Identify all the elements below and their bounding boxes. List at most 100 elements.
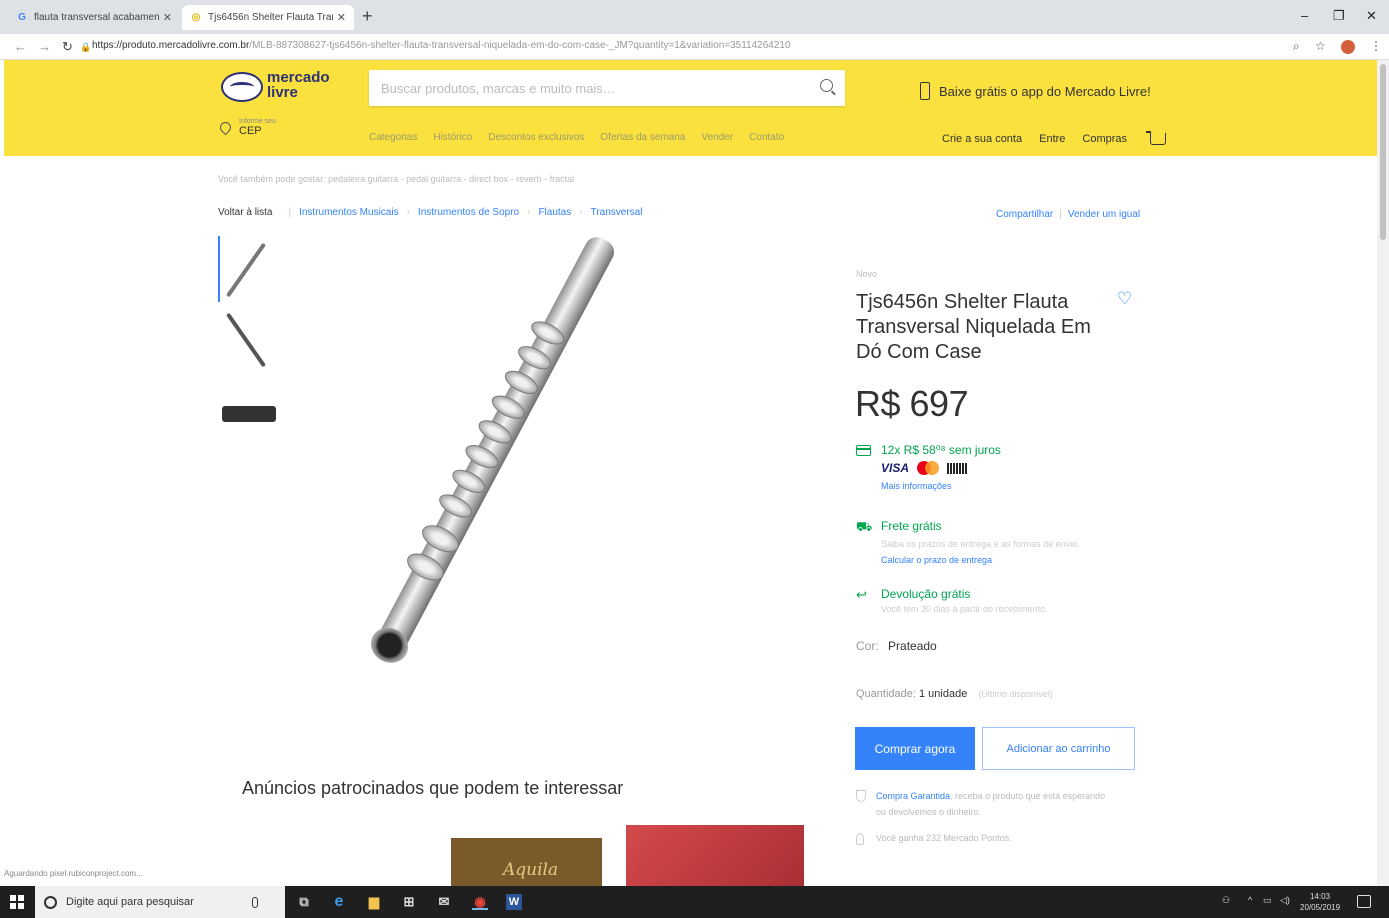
related-searches[interactable]: Você também pode gostar: pedaleira guita… [218, 174, 574, 184]
favorite-heart-icon[interactable]: ♡ [1117, 290, 1133, 307]
color-value[interactable]: Prateado [888, 639, 937, 653]
return-block: ↩ Devolução grátis Você tem 30 dias a pa… [856, 587, 1048, 614]
tray-chevron-icon[interactable]: ^ [1248, 895, 1252, 905]
store-icon[interactable]: ⊞ [401, 894, 417, 910]
location-pin-icon [217, 119, 234, 136]
mercadolivre-favicon-icon: ◎ [191, 12, 201, 23]
url-path: /MLB-887308627-tjs6456n-shelter-flauta-t… [249, 40, 791, 51]
url-field[interactable]: https://produto.mercadolivre.com.br/MLB-… [92, 40, 791, 51]
nav-descontos[interactable]: Descontos exclusivos [488, 132, 584, 143]
create-account-link[interactable]: Crie a sua conta [942, 133, 1022, 145]
return-subtitle: Você tem 30 dias a partir do recebimento… [881, 604, 1048, 614]
mercadolivre-logo-icon[interactable] [221, 72, 263, 102]
breadcrumb-item[interactable]: Transversal [591, 207, 643, 218]
shield-icon [856, 790, 866, 802]
restore-icon[interactable]: ❐ [1333, 8, 1345, 24]
back-icon[interactable]: ← [14, 39, 27, 54]
network-icon[interactable]: ▭ [1263, 895, 1272, 906]
installments-block: 12x R$ 58⁰⁸ sem juros VISA Mais informaç… [856, 443, 1001, 491]
minimize-icon[interactable]: – [1301, 8, 1308, 23]
taskbar-clock[interactable]: 14:03 20/05/2019 [1300, 891, 1340, 913]
shipping-subtitle: Saiba os prazos de entrega e as formas d… [881, 539, 1080, 549]
purchases-link[interactable]: Compras [1082, 133, 1127, 145]
quantity-value[interactable]: 1 unidade [919, 688, 967, 700]
thumbnail-3[interactable] [218, 376, 276, 442]
people-icon[interactable]: ⚇ [1222, 895, 1230, 906]
site-logo[interactable]: mercado livre [267, 70, 330, 100]
calculate-delivery-link[interactable]: Calcular o prazo de entrega [881, 555, 1080, 565]
nav-ofertas[interactable]: Ofertas da semana [600, 132, 685, 143]
app-promo-link[interactable]: Baixe grátis o app do Mercado Livre! [920, 82, 1151, 100]
back-to-list-link[interactable]: Voltar à lista [218, 207, 272, 218]
profile-avatar[interactable] [1341, 40, 1355, 54]
edge-icon[interactable]: e [331, 894, 347, 910]
color-selector: Cor: Prateado [856, 639, 937, 653]
browser-status: Aguardando pixel.rubiconproject.com... [4, 869, 143, 878]
browser-tab-search[interactable]: G flauta transversal acabamento ni ✕ [8, 5, 180, 30]
cart-icon[interactable] [1146, 131, 1167, 145]
share-link[interactable]: Compartilhar [996, 209, 1053, 220]
reload-icon[interactable]: ↻ [62, 39, 73, 55]
windows-start-icon[interactable] [10, 895, 24, 909]
close-tab-icon[interactable]: ✕ [163, 11, 172, 24]
chevron-right-icon: › [406, 207, 410, 218]
cep-hint: Informe seu [239, 118, 276, 125]
google-icon: G [18, 12, 26, 23]
search-input[interactable] [369, 70, 789, 106]
forward-icon[interactable]: → [38, 39, 51, 54]
app-promo-text: Baixe grátis o app do Mercado Livre! [939, 83, 1151, 99]
chevron-right-icon: › [579, 207, 583, 218]
credit-card-icon [856, 445, 871, 456]
clock-date: 20/05/2019 [1300, 903, 1341, 912]
breadcrumb-item[interactable]: Instrumentos Musicais [299, 207, 398, 218]
file-explorer-icon[interactable]: ▆ [366, 894, 382, 910]
buy-now-button[interactable]: Comprar agora [855, 727, 975, 770]
breadcrumb-item[interactable]: Flautas [538, 207, 571, 218]
close-window-icon[interactable]: ✕ [1366, 8, 1377, 24]
word-icon[interactable]: W [506, 894, 522, 910]
quantity-label: Quantidade: [856, 688, 916, 700]
add-to-cart-button[interactable]: Adicionar ao carrinho [982, 727, 1135, 770]
notifications-icon[interactable] [1357, 895, 1371, 908]
nav-categorias[interactable]: Categorias [369, 132, 417, 143]
nav-vender[interactable]: Vender [701, 132, 733, 143]
scrollbar-thumb[interactable] [1380, 64, 1386, 240]
sponsored-title: Anúncios patrocinados que podem te inter… [242, 778, 624, 798]
quantity-selector: Quantidade: 1 unidade (Último disponível… [856, 688, 1053, 700]
chevron-right-icon: › [527, 207, 531, 218]
chrome-icon[interactable]: ◉ [472, 894, 488, 910]
sponsored-ad-1[interactable]: Aquila [451, 838, 602, 888]
login-link[interactable]: Entre [1039, 133, 1065, 145]
nav-historico[interactable]: Histórico [433, 132, 472, 143]
bookmark-star-icon[interactable]: ☆ [1315, 39, 1326, 53]
microphone-icon[interactable] [252, 896, 258, 908]
guarantee-link[interactable]: Compra Garantida [876, 791, 950, 801]
thumbnail-2[interactable] [218, 306, 274, 372]
logo-line1: mercado [267, 69, 330, 86]
thumbnail-1[interactable] [218, 236, 274, 302]
breadcrumb: Voltar à lista | Instrumentos Musicais ›… [218, 207, 642, 218]
flute-image [364, 232, 619, 670]
task-view-icon[interactable]: ⧉ [296, 894, 312, 910]
cep-selector[interactable]: Informe seu CEP [217, 118, 276, 137]
search-icon[interactable] [820, 79, 833, 92]
more-info-link[interactable]: Mais informações [881, 481, 1001, 491]
nav-contato[interactable]: Contato [749, 132, 784, 143]
boleto-icon [947, 462, 968, 474]
taskbar-search [35, 886, 285, 918]
close-tab-icon[interactable]: ✕ [337, 11, 346, 24]
truck-icon: ⛟ [856, 519, 873, 534]
volume-icon[interactable]: ◁) [1280, 895, 1290, 906]
new-tab-button[interactable]: + [362, 6, 373, 27]
taskbar-search-input[interactable] [66, 896, 246, 908]
menu-kebab-icon[interactable]: ⋮ [1370, 39, 1382, 53]
page-scrollbar[interactable] [1377, 60, 1389, 888]
product-main-image[interactable] [364, 232, 750, 720]
zoom-icon[interactable]: ⌕ [1293, 39, 1300, 54]
windows-taskbar: ⧉ e ▆ ⊞ ✉ ◉ W ⚇ ^ ▭ ◁) 14:03 20/05/2019 [0, 886, 1389, 918]
sponsored-ad-2[interactable] [626, 825, 804, 888]
breadcrumb-item[interactable]: Instrumentos de Sopro [418, 207, 519, 218]
sell-similar-link[interactable]: Vender um igual [1068, 209, 1140, 220]
browser-tab-product[interactable]: ◎ Tjs6456n Shelter Flauta Transve ✕ [182, 5, 354, 30]
mail-icon[interactable]: ✉ [436, 894, 452, 910]
